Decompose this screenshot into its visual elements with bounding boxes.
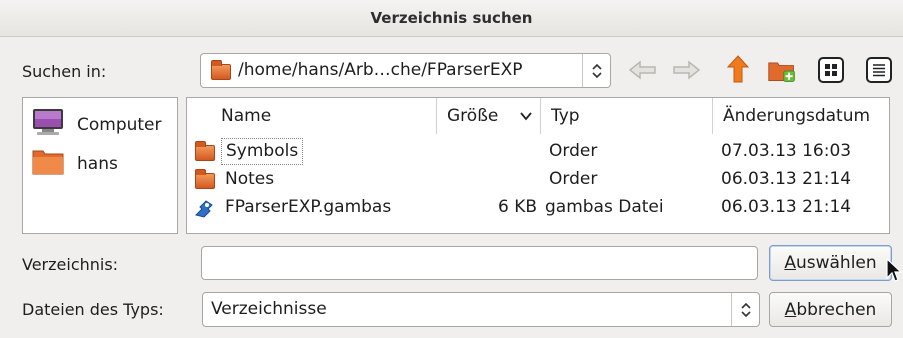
chevron-updown-icon: [582, 54, 610, 87]
file-type: Order: [549, 169, 598, 189]
file-date: 07.03.13 16:03: [721, 141, 852, 161]
location-path: /home/hans/Arb…che/FParserEXP: [238, 60, 523, 80]
table-row[interactable]: Notes Order 06.03.13 21:14: [187, 166, 889, 193]
filetype-value: Verzeichnisse: [211, 299, 327, 319]
window-title: Verzeichnis suchen: [0, 0, 903, 37]
file-name: FParserEXP.gambas: [225, 197, 392, 217]
chevron-updown-icon: [731, 293, 759, 326]
cancel-button[interactable]: Abbrechen: [769, 292, 892, 327]
file-size: 6 KB: [497, 197, 537, 217]
filetype-combo[interactable]: Verzeichnisse: [202, 292, 760, 327]
table-row[interactable]: Symbols Order 07.03.13 16:03: [187, 138, 889, 165]
arrow-left-icon[interactable]: [628, 55, 658, 85]
places-sidebar: Computer hans: [22, 97, 178, 234]
file-name: Symbols: [221, 138, 304, 165]
new-folder-icon[interactable]: [767, 55, 797, 85]
sidebar-item-hans[interactable]: hans: [31, 146, 118, 181]
mouse-cursor-icon: [886, 257, 903, 288]
arrow-right-icon[interactable]: [671, 55, 701, 85]
column-header-date[interactable]: Änderungsdatum: [713, 98, 889, 134]
column-header-type[interactable]: Typ: [541, 98, 713, 134]
sidebar-item-label: hans: [77, 153, 118, 174]
folder-icon: [31, 146, 65, 181]
file-type: Order: [549, 141, 598, 161]
arrow-up-icon[interactable]: [723, 54, 753, 84]
location-label: Suchen in:: [22, 62, 107, 81]
folder-icon: [195, 169, 215, 189]
column-header-name[interactable]: Name: [187, 98, 437, 134]
detail-view-icon[interactable]: [866, 57, 892, 83]
file-date: 06.03.13 21:14: [721, 197, 852, 217]
sort-chevron-icon: [520, 98, 532, 134]
column-header-size[interactable]: Größe: [437, 98, 541, 134]
file-date: 06.03.13 21:14: [721, 169, 852, 189]
table-row[interactable]: FParserEXP.gambas 6 KB gambas Datei 06.0…: [187, 194, 889, 221]
file-name: Notes: [225, 169, 275, 189]
file-type: gambas Datei: [545, 197, 664, 217]
directory-label: Verzeichnis:: [22, 255, 119, 274]
select-button[interactable]: Auswählen: [769, 245, 892, 281]
location-combo[interactable]: /home/hans/Arb…che/FParserEXP: [200, 53, 611, 88]
computer-icon: [31, 107, 65, 142]
folder-icon: [195, 141, 215, 161]
filetype-label: Dateien des Typs:: [22, 300, 164, 319]
folder-icon: [211, 60, 231, 80]
directory-input[interactable]: [201, 246, 758, 280]
sidebar-item-computer[interactable]: Computer: [31, 107, 162, 142]
gambas-file-icon: [193, 197, 215, 224]
sidebar-item-label: Computer: [77, 114, 162, 135]
file-list[interactable]: Name Größe Typ Änderungsdatum Symbols Or…: [186, 97, 890, 234]
icon-view-icon[interactable]: [818, 57, 844, 83]
